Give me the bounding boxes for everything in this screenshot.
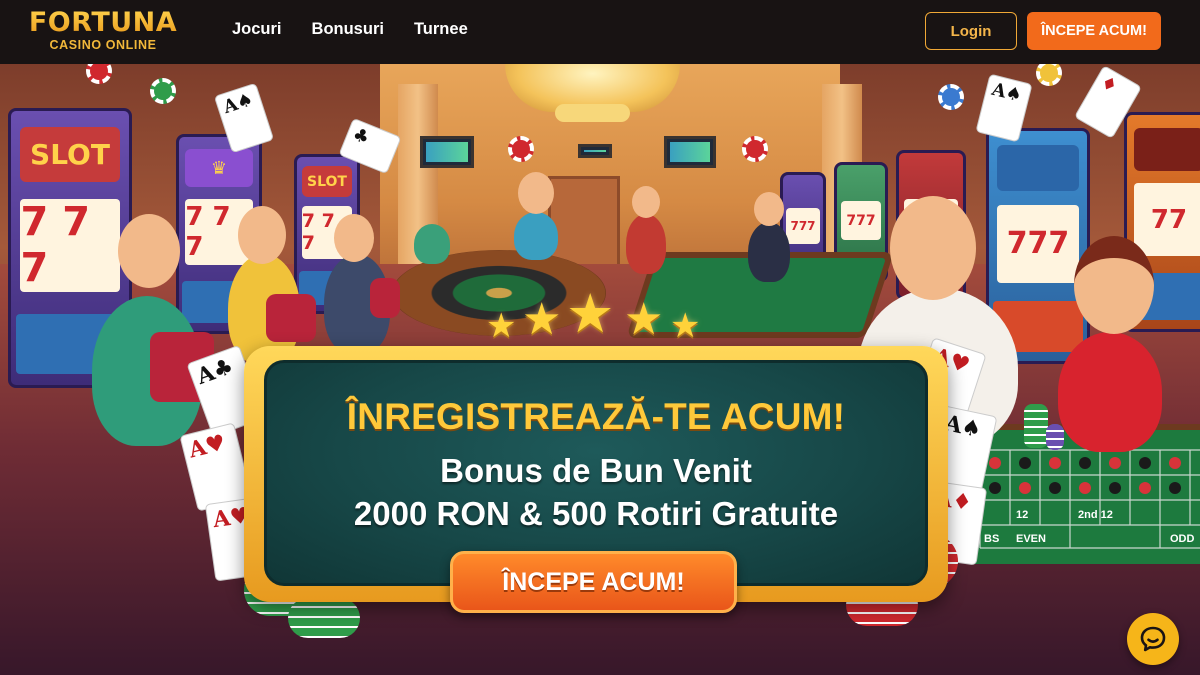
slot-reels: 777 (996, 204, 1080, 283)
croupier (626, 214, 666, 274)
table-label: EVEN (1016, 533, 1046, 545)
nav-item-bonusuri[interactable]: Bonusuri (312, 20, 384, 39)
player-woman-head (238, 206, 286, 264)
slot-sign: SLOT (301, 166, 353, 198)
dealer (748, 222, 790, 282)
live-chat-button[interactable] (1127, 613, 1179, 665)
wall-screen (420, 136, 474, 168)
casino-chip (742, 136, 768, 162)
happy-woman (1058, 332, 1162, 452)
top-navigation-bar: FORTUNA CASINO ONLINE Jocuri Bonusuri Tu… (0, 0, 1200, 64)
croupier-head (632, 186, 660, 218)
slot-reels: 777 (786, 208, 820, 244)
promo-bonus-title: Bonus de Bun Venit (440, 452, 752, 489)
player-back (414, 224, 450, 264)
chip-stack (1024, 404, 1048, 448)
header-start-button[interactable]: ÎNCEPE ACUM! (1027, 12, 1161, 50)
casino-chip (86, 64, 112, 84)
slot-sign (1133, 127, 1200, 171)
promo-bonus-amount: 2000 RON & 500 Rotiri Gratuite (353, 495, 839, 532)
slot-crown: ♛ (185, 148, 253, 188)
stool (266, 294, 316, 342)
brand-tagline: CASINO ONLINE (49, 38, 157, 52)
slot-reels: 777 (840, 201, 882, 241)
casino-chip (938, 84, 964, 110)
cheering-player (514, 212, 558, 260)
star-icon: ★ (486, 306, 517, 346)
chip-stack (1046, 424, 1064, 450)
casino-chip (1036, 64, 1062, 86)
betting-grid: BS EVEN 12 2nd 12 ODD (979, 449, 1200, 549)
slot-sign: SLOT (20, 127, 120, 183)
stool (370, 278, 400, 318)
table-label: 12 (1016, 509, 1028, 521)
main-nav: Jocuri Bonusuri Turnee (232, 20, 468, 39)
happy-woman-head (1074, 236, 1154, 334)
table-label: BS (984, 533, 999, 545)
promo-headline: ÎNREGISTREAZĂ-TE ACUM! (346, 396, 846, 437)
slot-reels: 7 7 7 (20, 198, 120, 292)
login-button[interactable]: Login (925, 12, 1017, 50)
star-icon: ★ (670, 306, 701, 346)
star-icon: ★ (566, 282, 615, 345)
wall-screen (664, 136, 716, 168)
nav-item-turnee[interactable]: Turnee (414, 20, 468, 39)
dealer-head (754, 192, 784, 226)
nav-item-jocuri[interactable]: Jocuri (232, 20, 282, 39)
chip-stack (288, 598, 360, 638)
star-icon: ★ (522, 294, 562, 345)
table-label: ODD (1170, 533, 1195, 545)
table-label: 2nd 12 (1078, 509, 1113, 521)
brand-name: FORTUNA (28, 7, 178, 38)
player-left-head (118, 214, 180, 288)
cheering-player-head (518, 172, 554, 214)
casino-chip (150, 78, 176, 104)
chandelier-lower (555, 104, 630, 122)
chat-bubble-icon (1140, 626, 1166, 652)
wall-screen (578, 144, 612, 158)
casino-chip (508, 136, 534, 162)
promo-start-button[interactable]: ÎNCEPE ACUM! (450, 551, 737, 613)
slot-reels: 77 (1133, 183, 1200, 257)
brand-logo[interactable]: FORTUNA CASINO ONLINE (27, 7, 179, 53)
player-man-head (334, 214, 374, 262)
star-icon: ★ (624, 294, 664, 345)
slot-sign (996, 144, 1080, 191)
happy-croupier-head (890, 196, 976, 300)
